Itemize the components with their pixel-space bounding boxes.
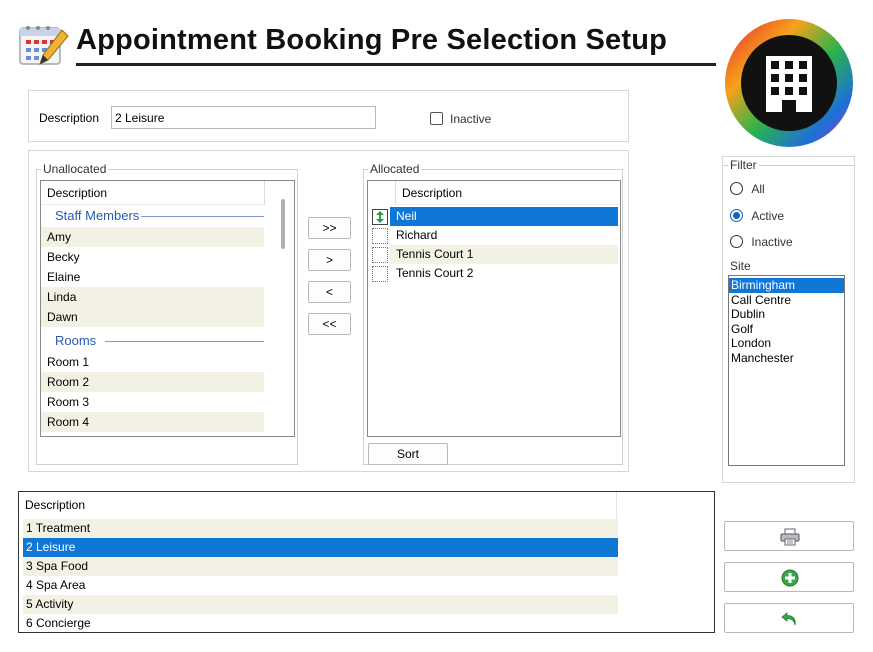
sort-button[interactable]: Sort: [368, 443, 448, 465]
site-item-golf[interactable]: Golf: [729, 322, 844, 337]
list-item[interactable]: Room 1: [41, 352, 264, 372]
allocated-legend: Allocated: [368, 162, 422, 176]
drag-handle-icon[interactable]: [372, 247, 388, 263]
filter-active-radio[interactable]: [730, 209, 743, 223]
filter-legend: Filter: [728, 158, 759, 172]
table-row[interactable]: 3 Spa Food: [23, 557, 618, 576]
title-underline: [76, 63, 716, 66]
table-row[interactable]: 5 Activity: [23, 595, 618, 614]
filter-inactive-radio-row[interactable]: Inactive: [730, 234, 793, 249]
allocated-item-richard[interactable]: Richard: [390, 226, 618, 245]
add-all-button[interactable]: >>: [308, 217, 351, 239]
allocated-item-tennis-court-1[interactable]: Tennis Court 1: [390, 245, 618, 264]
add-button[interactable]: [724, 562, 854, 592]
site-item-dublin[interactable]: Dublin: [729, 307, 844, 322]
group-header-rooms: Rooms: [41, 330, 264, 352]
drag-handle-icon[interactable]: [372, 209, 388, 225]
unallocated-groupbox: Unallocated Description Staff Members Am…: [36, 162, 298, 465]
column-divider: [264, 181, 265, 205]
table-row[interactable]: 4 Spa Area: [23, 576, 618, 595]
allocation-panel: Unallocated Description Staff Members Am…: [28, 150, 629, 472]
filter-all-radio[interactable]: [730, 182, 743, 196]
undo-button[interactable]: [724, 603, 854, 633]
table-row[interactable]: 6 Concierge: [23, 614, 618, 632]
site-list[interactable]: Birmingham Call Centre Dublin Golf Londo…: [728, 275, 845, 466]
column-header-description[interactable]: Description: [41, 181, 264, 205]
list-item[interactable]: Room 3: [41, 392, 264, 412]
page-title: Appointment Booking Pre Selection Setup: [76, 24, 668, 56]
scrollbar-thumb[interactable]: [281, 199, 285, 249]
print-button[interactable]: [724, 521, 854, 551]
list-item[interactable]: Room 4: [41, 412, 264, 432]
filter-all-label: All: [751, 181, 765, 196]
filter-active-label: Active: [751, 208, 785, 223]
add-button[interactable]: >: [308, 249, 351, 271]
drag-handle-icon[interactable]: [372, 266, 388, 282]
inactive-checkbox[interactable]: [430, 112, 443, 125]
unallocated-list[interactable]: Description Staff Members Amy Becky Elai…: [40, 180, 295, 437]
drag-column-header: [368, 181, 396, 205]
table-row[interactable]: 1 Treatment: [23, 519, 618, 538]
list-item[interactable]: Amy: [41, 227, 264, 247]
filter-all-radio-row[interactable]: All: [730, 181, 765, 196]
list-item[interactable]: Becky: [41, 247, 264, 267]
allocated-list[interactable]: Description Neil Richard Tennis Court 1 …: [367, 180, 621, 437]
drag-handle-icon[interactable]: [372, 228, 388, 244]
remove-button[interactable]: <: [308, 281, 351, 303]
filter-panel: Filter All Active Inactive Site Birmingh…: [722, 156, 855, 483]
site-label: Site: [730, 259, 751, 273]
site-item-birmingham[interactable]: Birmingham: [729, 278, 844, 293]
description-input[interactable]: [111, 106, 376, 129]
calendar-pencil-icon: [18, 22, 70, 68]
site-item-manchester[interactable]: Manchester: [729, 351, 844, 366]
pre-selection-list[interactable]: Description 1 Treatment 2 Leisure 3 Spa …: [18, 491, 715, 633]
description-label: Description: [39, 111, 100, 125]
printer-icon: [780, 528, 800, 549]
list-item[interactable]: Room 2: [41, 372, 264, 392]
filter-inactive-label: Inactive: [751, 234, 793, 249]
allocated-item-neil[interactable]: Neil: [390, 207, 618, 226]
site-item-london[interactable]: London: [729, 336, 844, 351]
column-header-description[interactable]: Description: [396, 181, 620, 205]
allocated-item-tennis-court-2[interactable]: Tennis Court 2: [390, 264, 618, 283]
undo-arrow-icon: [781, 611, 799, 630]
description-panel: Description Inactive: [28, 90, 629, 142]
site-item-call-centre[interactable]: Call Centre: [729, 293, 844, 308]
list-item[interactable]: Linda: [41, 287, 264, 307]
inactive-label: Inactive: [450, 112, 492, 126]
list-item[interactable]: Elaine: [41, 267, 264, 287]
building-logo-icon: [722, 16, 856, 150]
remove-all-button[interactable]: <<: [308, 313, 351, 335]
filter-inactive-radio[interactable]: [730, 235, 743, 249]
allocated-groupbox: Allocated Description Neil Richard Tenni…: [363, 162, 623, 465]
plus-circle-icon: [781, 569, 799, 590]
table-row[interactable]: 2 Leisure: [23, 538, 618, 557]
group-header-staff-members: Staff Members: [41, 205, 264, 227]
column-header-description[interactable]: Description: [19, 492, 617, 518]
list-item[interactable]: Dawn: [41, 307, 264, 327]
filter-active-radio-row[interactable]: Active: [730, 208, 784, 223]
unallocated-legend: Unallocated: [41, 162, 109, 176]
